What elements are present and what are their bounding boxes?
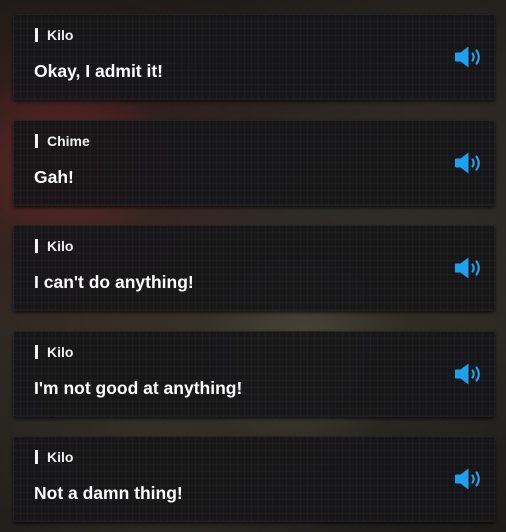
log-entry: Kilo I'm not good at anything! (13, 330, 495, 417)
log-entry: Kilo Not a damn thing! (13, 436, 495, 522)
replay-voice-button[interactable] (454, 255, 486, 281)
speaker-marker (35, 239, 38, 253)
speaker-marker (35, 28, 38, 42)
speaker-volume-icon (455, 152, 480, 173)
speaker-name: Kilo (47, 343, 74, 360)
speaker-row: Kilo (35, 27, 73, 43)
dialogue-text: I can't do anything! (34, 272, 194, 292)
dialogue-text: I'm not good at anything! (34, 377, 243, 398)
replay-voice-button[interactable] (454, 466, 486, 492)
speaker-row: Kilo (35, 238, 73, 254)
speaker-volume-icon (455, 46, 480, 68)
dialogue-log: Kilo Okay, I admit it! Chime Gah! Kilo I… (13, 14, 495, 532)
replay-voice-button[interactable] (454, 44, 486, 70)
speaker-row: Kilo (35, 344, 73, 360)
dialogue-text: Gah! (34, 166, 74, 187)
speaker-volume-icon (455, 257, 480, 279)
dialogue-text: Not a damn thing! (34, 483, 183, 503)
speaker-name: Kilo (47, 449, 74, 465)
dialogue-text: Okay, I admit it! (34, 61, 164, 81)
speaker-volume-icon (455, 468, 480, 490)
replay-voice-button[interactable] (454, 361, 486, 387)
speaker-marker (35, 450, 38, 464)
speaker-marker (35, 344, 38, 359)
speaker-row: Chime (35, 133, 90, 149)
speaker-volume-icon (455, 363, 480, 384)
replay-voice-button[interactable] (454, 150, 486, 176)
speaker-marker (35, 133, 38, 148)
log-entry: Kilo Okay, I admit it! (13, 14, 495, 100)
log-entry: Kilo I can't do anything! (13, 225, 495, 311)
speaker-row: Kilo (35, 449, 73, 465)
speaker-name: Kilo (47, 238, 74, 254)
speaker-name: Kilo (47, 27, 74, 43)
speaker-name: Chime (47, 132, 90, 149)
log-entry: Chime Gah! (13, 119, 495, 206)
